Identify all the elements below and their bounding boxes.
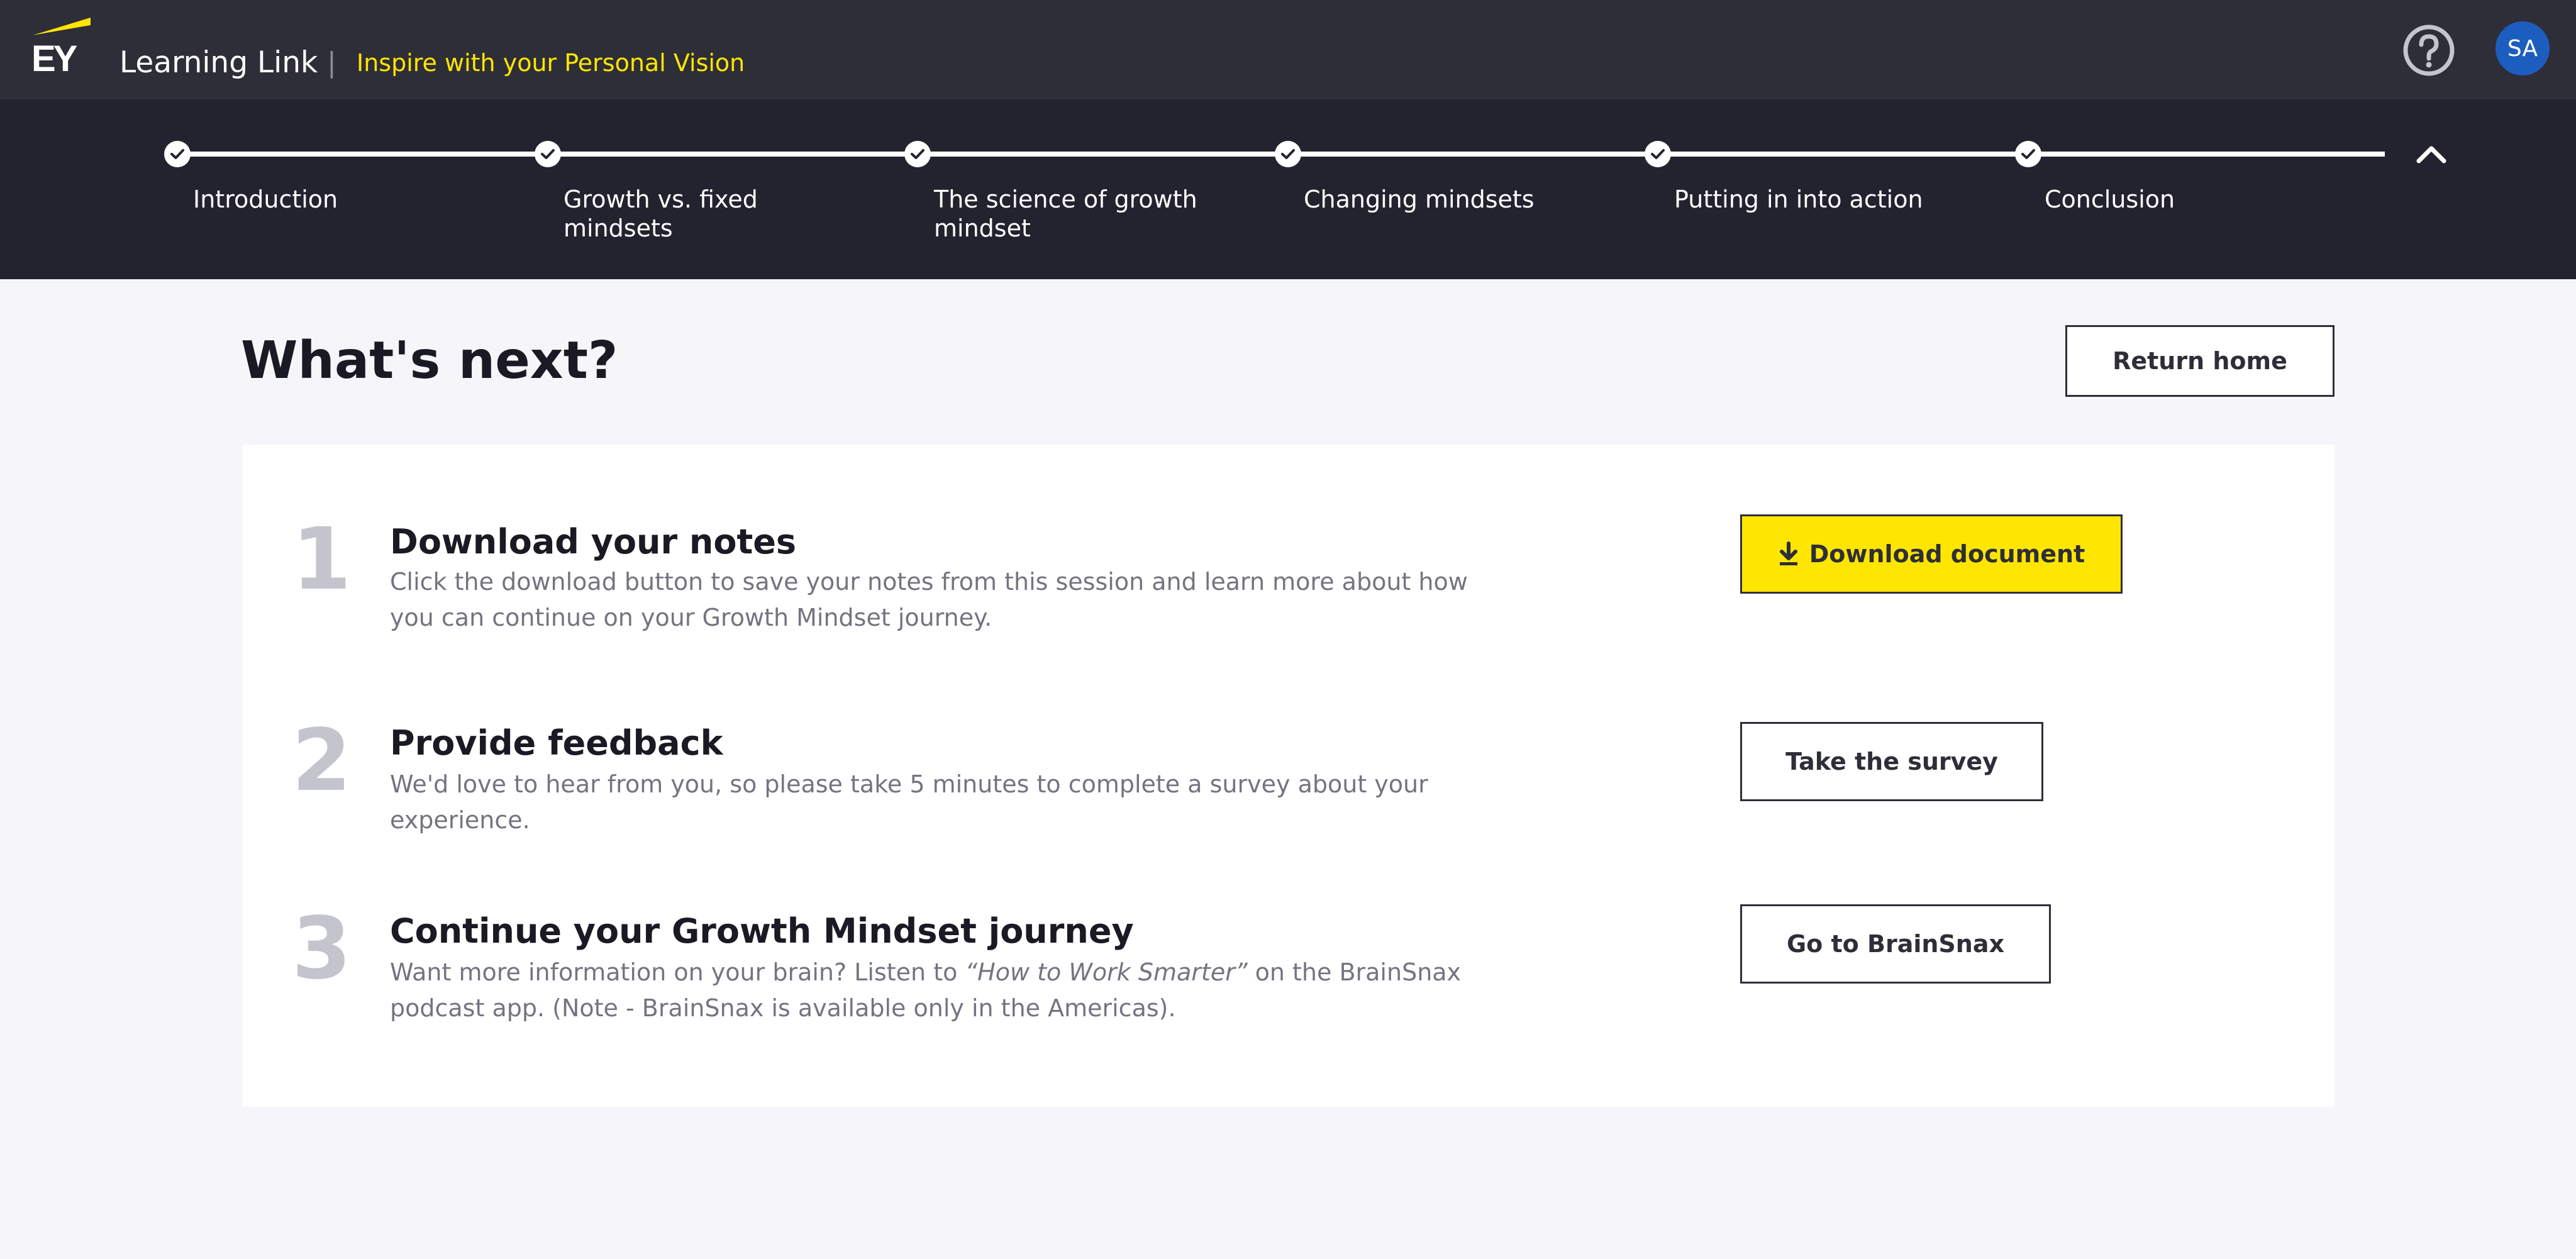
download-document-label: Download document [1809, 540, 2085, 568]
ey-logo[interactable]: EY [31, 16, 94, 79]
header-divider: | [327, 47, 336, 79]
page-title: What's next? [241, 331, 618, 391]
logo-text: EY [31, 38, 77, 79]
podcast-title: “How to Work Smarter” [965, 958, 1248, 986]
step-2-check-icon[interactable] [535, 141, 561, 167]
step-label-putting-into-action[interactable]: Putting in into action [1674, 185, 1976, 214]
step-3-check-icon[interactable] [904, 141, 931, 167]
step-4-check-icon[interactable] [1275, 141, 1301, 167]
step-1-check-icon[interactable] [164, 141, 191, 167]
step-label-introduction[interactable]: Introduction [193, 185, 495, 214]
help-circle-icon[interactable] [2402, 24, 2455, 77]
step-number-3: 3 [292, 899, 352, 999]
return-home-button[interactable]: Return home [2065, 325, 2334, 397]
step-label-conclusion[interactable]: Conclusion [2045, 185, 2346, 214]
step-number-2: 2 [292, 711, 352, 811]
provide-feedback-text: We'd love to hear from you, so please ta… [390, 770, 1428, 834]
app-name[interactable]: Learning Link [119, 44, 318, 82]
step-5-check-icon[interactable] [1645, 141, 1671, 167]
step-label-changing-mindsets[interactable]: Changing mindsets [1304, 185, 1606, 214]
user-avatar[interactable]: SA [2496, 21, 2550, 75]
download-notes-text: Click the download button to save your n… [390, 568, 1468, 631]
growth-journey-text: Want more information on your brain? Lis… [390, 955, 1497, 1026]
step-6-check-icon[interactable] [2015, 141, 2041, 167]
step-number-1: 1 [292, 510, 352, 609]
take-survey-button[interactable]: Take the survey [1740, 722, 2043, 801]
download-document-button[interactable]: Download document [1740, 514, 2123, 594]
download-icon [1779, 541, 1797, 565]
step-label-growth-vs-fixed[interactable]: Growth vs. fixed mindsets [564, 185, 865, 243]
growth-journey-heading: Continue your Growth Mindset journey [390, 911, 1134, 951]
provide-feedback-heading: Provide feedback [390, 723, 723, 763]
chevron-up-icon[interactable] [2412, 138, 2450, 170]
progress-tracker: Introduction Growth vs. fixed mindsets T… [0, 99, 2576, 279]
go-to-brainsnax-button[interactable]: Go to BrainSnax [1740, 904, 2051, 984]
download-notes-heading: Download your notes [390, 522, 797, 562]
next-steps-card: 1 Download your notes Click the download… [243, 445, 2334, 1107]
course-title: Inspire with your Personal Vision [357, 49, 745, 77]
top-header: EY Learning Link | Inspire with your Per… [0, 0, 2576, 99]
step-label-science-of-growth[interactable]: The science of growth mindset [934, 185, 1211, 243]
growth-journey-text-start: Want more information on your brain? Lis… [390, 958, 965, 986]
